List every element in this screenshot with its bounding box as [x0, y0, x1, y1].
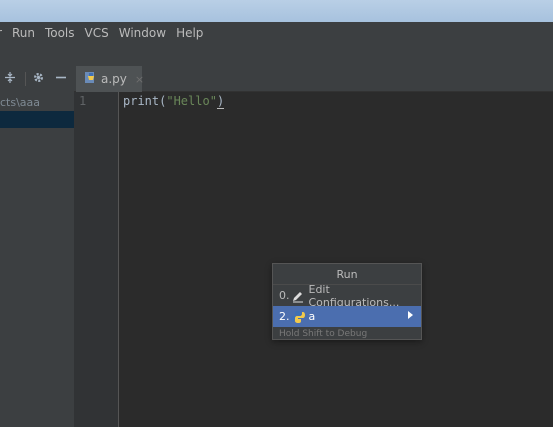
edit-pencil-icon [291, 289, 305, 303]
run-popup-hint: Hold Shift to Debug [279, 328, 368, 339]
code-line-1: print("Hello") [123, 94, 225, 109]
menu-view-partial[interactable]: r [0, 26, 7, 40]
project-panel-header [0, 66, 74, 92]
item-label: a [308, 310, 316, 323]
code-close-paren: ) [216, 94, 225, 109]
line-number: 1 [79, 94, 87, 108]
tab-label: a.py [101, 72, 127, 86]
collapse-all-icon[interactable] [4, 71, 16, 88]
menu-vcs[interactable]: VCS [80, 26, 114, 40]
python-icon [290, 310, 305, 324]
run-popup: Run 0. Edit Configurations... 2. a Hold … [272, 263, 422, 340]
close-icon[interactable]: × [135, 73, 144, 86]
code-string: "Hello" [166, 94, 217, 108]
project-path-label: cts\aaa [0, 96, 41, 109]
editor-gutter: 1 [74, 92, 119, 427]
toolbar-separator [25, 72, 26, 86]
menu-help[interactable]: Help [171, 26, 208, 40]
toolbar [0, 44, 553, 66]
edit-configurations-item[interactable]: 0. Edit Configurations... [273, 282, 421, 309]
item-label: Edit Configurations... [308, 282, 400, 309]
submenu-arrow-icon [408, 311, 413, 319]
item-number: 2. [279, 310, 290, 323]
gear-icon[interactable] [32, 71, 45, 88]
item-number: 0. [279, 289, 290, 302]
tree-selected-row[interactable] [0, 111, 74, 128]
run-config-a-item[interactable]: 2. a [273, 306, 421, 327]
menu-bar: r Run Tools VCS Window Help [0, 22, 553, 44]
python-file-icon [84, 71, 97, 87]
code-editor[interactable]: print("Hello") [120, 92, 553, 427]
editor-tab-strip: a.py × [74, 66, 553, 92]
menu-tools[interactable]: Tools [40, 26, 80, 40]
desktop-background-strip [0, 0, 553, 22]
menu-run[interactable]: Run [7, 26, 40, 40]
project-tree-panel: cts\aaa [0, 92, 74, 427]
hide-panel-icon[interactable] [55, 71, 67, 88]
code-function: print [123, 94, 160, 108]
menu-window[interactable]: Window [114, 26, 171, 40]
tab-a-py[interactable]: a.py × [76, 66, 144, 92]
